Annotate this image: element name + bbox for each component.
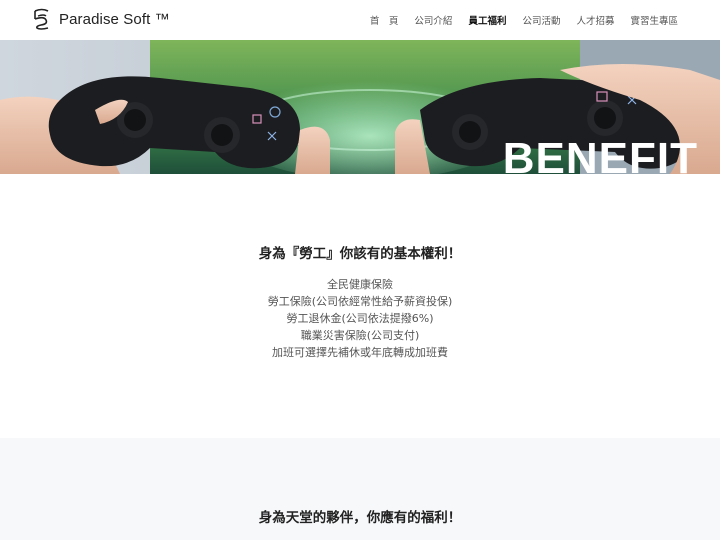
hero-banner: BENEFIT — [0, 40, 720, 174]
list-item: 全民健康保險 — [327, 278, 393, 291]
list-item: 勞工保險(公司依經常性給予薪資投保) — [267, 295, 453, 308]
nav-item-internship[interactable]: 實習生專區 — [630, 13, 678, 27]
nav-item-benefits[interactable]: 員工福利 — [468, 13, 506, 27]
main-nav: 首 頁 公司介紹 員工福利 公司活動 人才招募 實習生專區 — [354, 0, 678, 40]
list-item: 勞工退休金(公司依法提撥6%) — [286, 312, 434, 325]
basic-rights-section: 身為『勞工』你該有的基本權利！ 全民健康保險 勞工保險(公司依經常性給予薪資投保… — [0, 174, 720, 438]
hero-title: BENEFIT — [502, 134, 698, 174]
nav-item-careers[interactable]: 人才招募 — [576, 13, 614, 27]
nav-item-home[interactable]: 首 頁 — [370, 13, 399, 27]
site-header: Paradise Soft ™ 首 頁 公司介紹 員工福利 公司活動 人才招募 … — [0, 0, 720, 40]
list-item: 職業災害保險(公司支付) — [300, 329, 420, 342]
list-item: 加班可選擇先補休或年底轉成加班費 — [272, 346, 448, 359]
company-benefits-section: 身為天堂的夥伴，你應有的福利！ — [0, 438, 720, 540]
brand-name: Paradise Soft ™ — [59, 10, 170, 28]
nav-item-about[interactable]: 公司介紹 — [414, 13, 452, 27]
basic-rights-title: 身為『勞工』你該有的基本權利！ — [258, 246, 462, 262]
brand-logo-icon — [34, 8, 49, 30]
nav-item-events[interactable]: 公司活動 — [522, 13, 560, 27]
company-benefits-title: 身為天堂的夥伴，你應有的福利！ — [258, 510, 462, 526]
brand-logo-link[interactable]: Paradise Soft ™ — [32, 8, 170, 30]
basic-rights-list: 全民健康保險 勞工保險(公司依經常性給予薪資投保) 勞工退休金(公司依法提撥6%… — [0, 276, 720, 361]
